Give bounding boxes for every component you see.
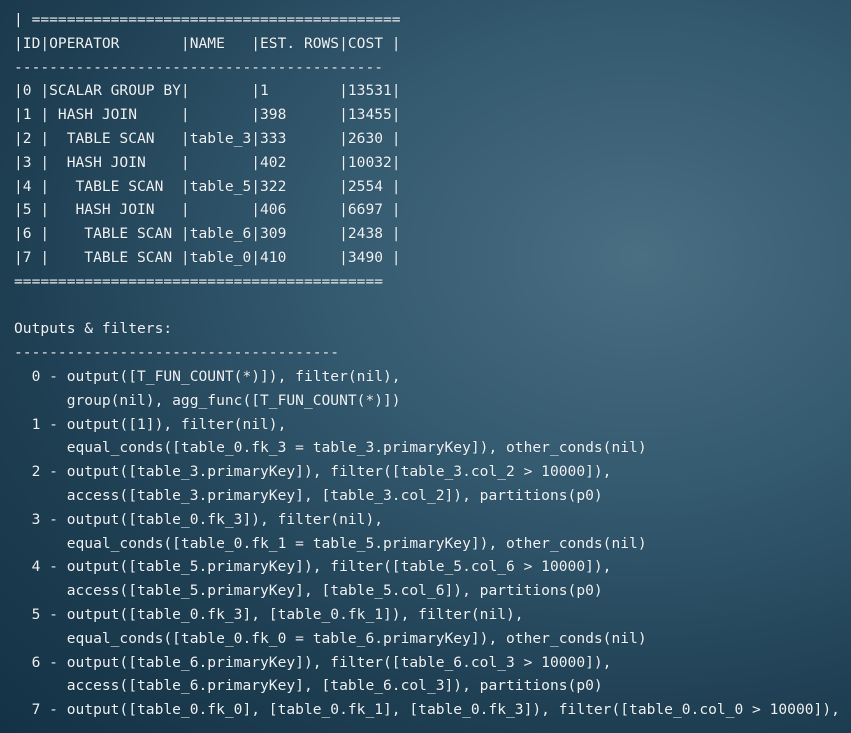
output-line: 1 - output([1]), filter(nil),	[14, 415, 287, 433]
plan-row: |4 | TABLE SCAN |table_5|322 |2554 |	[14, 177, 401, 195]
plan-row: |6 | TABLE SCAN |table_6|309 |2438 |	[14, 225, 401, 243]
output-line: 5 - output([table_0.fk_3], [table_0.fk_1…	[14, 605, 524, 623]
plan-row: |0 |SCALAR GROUP BY| |1 |13531|	[14, 82, 401, 100]
terminal-output[interactable]: | ======================================…	[14, 8, 844, 728]
output-line: 6 - output([table_6.primaryKey]), filter…	[14, 653, 612, 671]
plan-row: |2 | TABLE SCAN |table_3|333 |2630 |	[14, 129, 401, 147]
plan-top-border: | ======================================…	[14, 11, 401, 28]
output-line: equal_conds([table_0.fk_1 = table_5.prim…	[14, 534, 647, 552]
plan-row: |7 | TABLE SCAN |table_0|410 |3490 |	[14, 248, 401, 266]
plan-header-separator: ----------------------------------------…	[14, 58, 384, 76]
output-line: 4 - output([table_5.primaryKey]), filter…	[14, 558, 612, 576]
output-line: 3 - output([table_0.fk_3]), filter(nil),	[14, 510, 384, 528]
outputs-separator: -------------------------------------	[14, 344, 340, 362]
output-line: 0 - output([T_FUN_COUNT(*)]), filter(nil…	[14, 367, 401, 385]
output-line: 7 - output([table_0.fk_0], [table_0.fk_1…	[14, 701, 840, 719]
plan-row: |5 | HASH JOIN | |406 |6697 |	[14, 201, 401, 219]
plan-row: |1 | HASH JOIN | |398 |13455|	[14, 106, 401, 124]
plan-bottom-border: ========================================…	[14, 272, 384, 290]
plan-header: |ID|OPERATOR |NAME |EST. ROWS|COST |	[14, 34, 401, 52]
plan-row: |3 | HASH JOIN | |402 |10032|	[14, 153, 401, 171]
output-line: equal_conds([table_0.fk_0 = table_6.prim…	[14, 629, 647, 647]
output-line: 2 - output([table_3.primaryKey]), filter…	[14, 463, 612, 481]
output-line: access([table_5.primaryKey], [table_5.co…	[14, 582, 603, 600]
output-line: access([table_6.primaryKey], [table_6.co…	[14, 677, 603, 695]
output-line: equal_conds([table_0.fk_3 = table_3.prim…	[14, 439, 647, 457]
output-line: group(nil), agg_func([T_FUN_COUNT(*)])	[14, 391, 401, 409]
outputs-title: Outputs & filters:	[14, 320, 173, 338]
output-line: access([table_3.primaryKey], [table_3.co…	[14, 486, 603, 504]
